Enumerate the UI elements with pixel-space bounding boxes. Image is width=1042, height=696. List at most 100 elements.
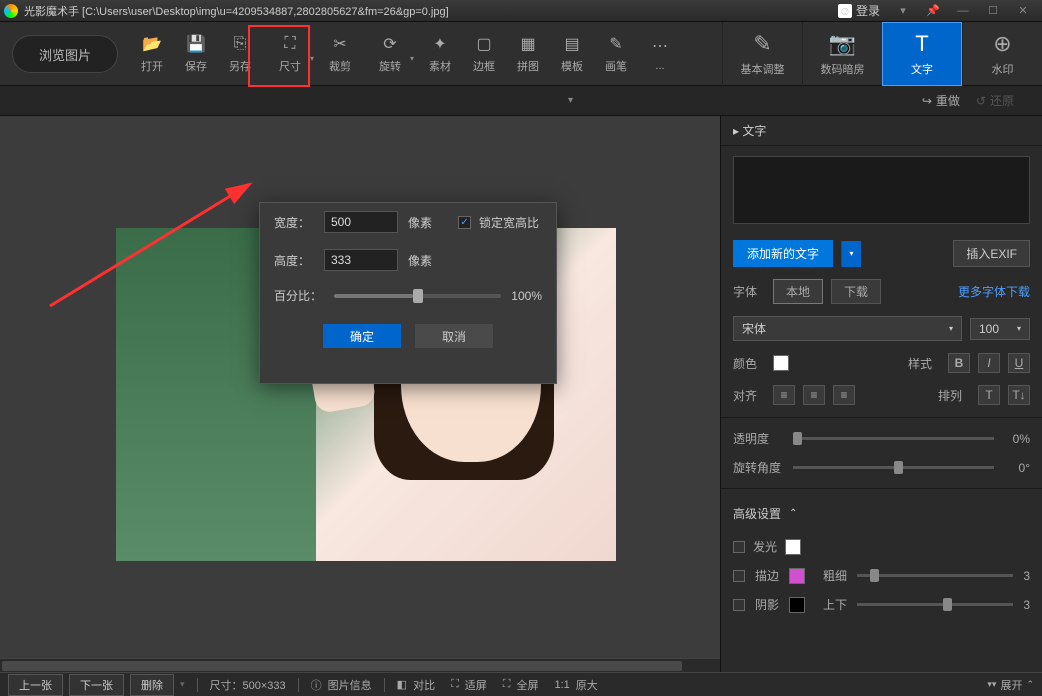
font-size-select[interactable]: 100▾ [970,318,1030,340]
image-info-button[interactable]: 图片信息 [328,677,372,693]
text-preview[interactable] [733,156,1030,224]
color-label: 颜色 [733,355,765,372]
canvas-area[interactable]: 宽度： 像素 ✓ 锁定宽高比 高度： 像素 百分比： 100% 确定 [0,116,720,672]
scrollbar-thumb[interactable] [2,661,682,671]
size-button[interactable]: ⛶尺寸▾ [262,22,318,86]
slider-thumb[interactable] [413,289,423,303]
original-size-button[interactable]: 原大 [576,677,598,693]
pin-icon[interactable]: 📌 [918,1,948,21]
arrange-vertical-button[interactable]: T↓ [1008,385,1030,405]
font-family-select[interactable]: 宋体▾ [733,316,962,341]
slider-thumb[interactable] [943,598,952,611]
advanced-label: 高级设置 [733,505,781,522]
next-image-button[interactable]: 下一张 [69,674,124,696]
lock-ratio-checkbox[interactable]: ✓ [458,216,471,229]
bold-button[interactable]: B [948,353,970,373]
redo-button[interactable]: ↪重做 [922,92,960,109]
open-button[interactable]: 📂打开 [130,22,174,86]
basic-icon: ✎ [753,31,771,57]
material-button[interactable]: ✦素材 [418,22,462,86]
more-fonts-link[interactable]: 更多字体下载 [958,283,1030,300]
fullscreen-button[interactable]: 全屏 [516,677,538,693]
opacity-value: 0% [1004,432,1030,446]
shadow-checkbox[interactable] [733,599,745,611]
mode-darkroom[interactable]: 📷数码暗房 [802,22,882,86]
info-icon[interactable]: ⓘ [311,677,322,693]
browse-images-button[interactable]: 浏览图片 [12,35,118,73]
percent-value: 100% [511,289,542,303]
ok-button[interactable]: 确定 [323,324,401,348]
mode-basic[interactable]: ✎基本调整 [722,22,802,86]
brush-button[interactable]: ✎画笔 [594,22,638,86]
percent-slider[interactable] [334,294,501,298]
underline-button[interactable]: U [1008,353,1030,373]
undo-button[interactable]: ↺还原 [976,92,1014,109]
rotate-button[interactable]: ⟳旋转▾ [362,22,418,86]
saveas-button[interactable]: ⎘另存 [218,22,262,86]
border-button[interactable]: ▢边框 [462,22,506,86]
glow-color-swatch[interactable] [785,539,801,555]
font-tab-download[interactable]: 下载 [831,279,881,304]
opacity-slider[interactable] [793,437,994,440]
shadow-value: 3 [1023,598,1030,612]
glow-checkbox[interactable] [733,541,745,553]
fit-button[interactable]: 适屏 [465,677,487,693]
align-center-button[interactable]: ≡ [803,385,825,405]
glow-label: 发光 [753,538,777,555]
expand-button[interactable]: ▾▾ 展开 ⌃ [987,677,1034,693]
panel-header[interactable]: ▸ 文字 [721,116,1042,146]
slider-thumb[interactable] [894,461,903,474]
prev-image-button[interactable]: 上一张 [8,674,63,696]
align-right-button[interactable]: ≡ [833,385,855,405]
compare-icon: ◧ [397,678,407,691]
horizontal-scrollbar[interactable] [0,658,720,672]
align-label: 对齐 [733,387,765,404]
close-button[interactable]: ✕ [1008,1,1038,21]
compare-button[interactable]: 对比 [413,677,435,693]
stroke-color-swatch[interactable] [789,568,805,584]
template-button[interactable]: ▤模板 [550,22,594,86]
save-button[interactable]: 💾保存 [174,22,218,86]
undo-label: 还原 [990,92,1014,109]
text-color-swatch[interactable] [773,355,789,371]
original-icon: 1:1 [554,679,569,691]
font-tab-local[interactable]: 本地 [773,279,823,304]
height-label: 高度： [274,252,316,269]
cancel-button[interactable]: 取消 [415,324,493,348]
width-input[interactable] [324,211,398,233]
dropdown-icon[interactable]: ▾ [888,1,918,21]
darkroom-icon: 📷 [829,31,856,57]
arrange-horizontal-button[interactable]: T [978,385,1000,405]
collage-button[interactable]: ▦拼图 [506,22,550,86]
italic-button[interactable]: I [978,353,1000,373]
align-left-button[interactable]: ≡ [773,385,795,405]
size-icon: ⛶ [280,34,300,54]
advanced-section[interactable]: 高级设置⌃ [721,495,1042,532]
angle-label: 旋转角度 [733,459,783,476]
mode-watermark[interactable]: ⊕水印 [962,22,1042,86]
shadow-slider[interactable] [857,603,1013,606]
delete-button[interactable]: 删除 [130,674,174,696]
crop-button[interactable]: ✂裁剪 [318,22,362,86]
mode-text[interactable]: T文字 [882,22,962,86]
more-button[interactable]: ⋯... [638,22,682,86]
chevron-down-icon[interactable]: ▾ [568,95,573,106]
stroke-checkbox[interactable] [733,570,745,582]
slider-thumb[interactable] [793,432,802,445]
add-text-dropdown[interactable]: ▾ [841,241,861,267]
maximize-button[interactable]: ☐ [978,1,1008,21]
angle-slider[interactable] [793,466,994,469]
shadow-color-swatch[interactable] [789,597,805,613]
insert-exif-button[interactable]: 插入EXIF [953,240,1030,267]
height-input[interactable] [324,249,398,271]
shadow-dir-label: 上下 [823,596,847,613]
status-bar: 上一张 下一张 删除 ▾ 尺寸：500×333 ⓘ 图片信息 ◧对比 ⛶适屏 ⛶… [0,672,1042,696]
stroke-slider[interactable] [857,574,1013,577]
slider-thumb[interactable] [870,569,879,582]
font-size-value: 100 [979,322,999,336]
crop-icon: ✂ [330,34,350,54]
login-button[interactable]: ☺ 登录 [830,0,888,21]
minimize-button[interactable]: — [948,1,978,21]
add-text-button[interactable]: 添加新的文字 [733,240,833,267]
unit-label: 像素 [408,214,432,231]
